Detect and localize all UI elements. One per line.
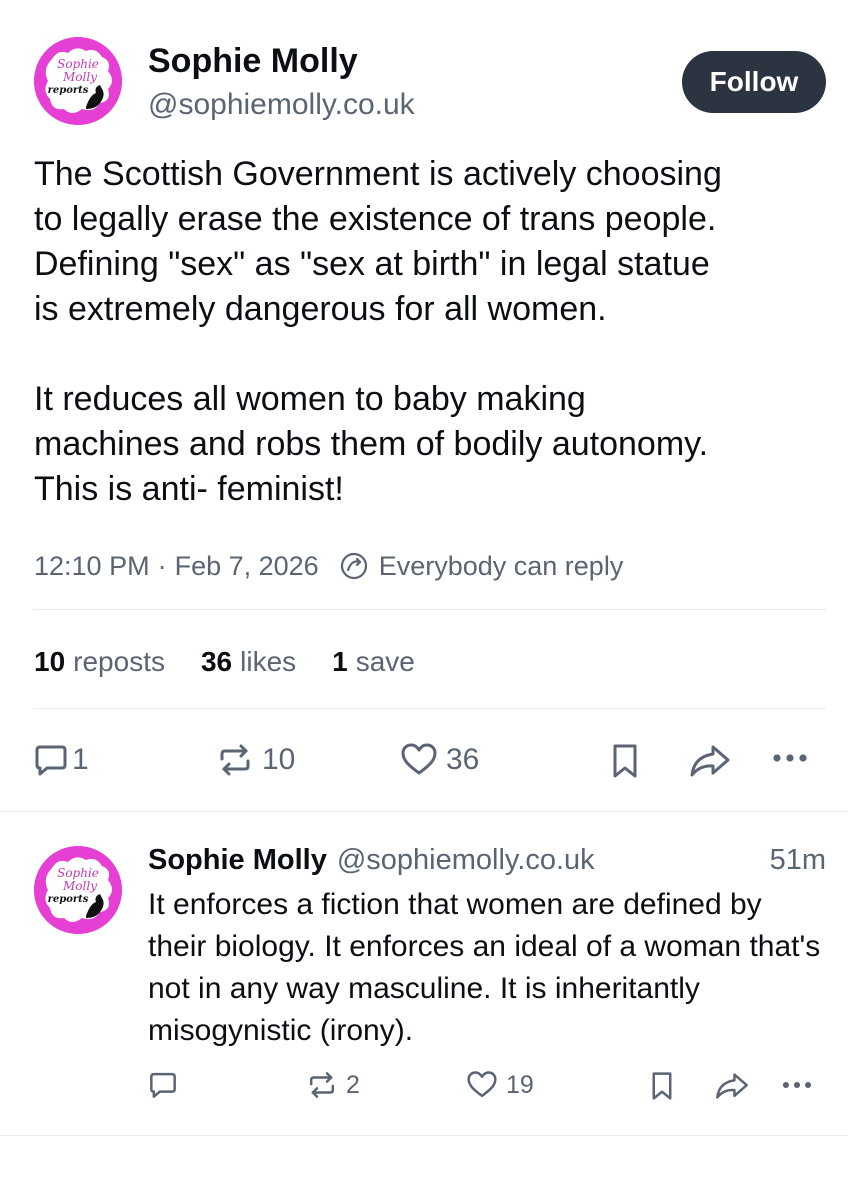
- repost-count: 10: [262, 743, 296, 776]
- post-meta: 12:10 PM · Feb 7, 2026 Everybody can rep…: [34, 548, 623, 584]
- reply-icon: [150, 1072, 176, 1098]
- repost-icon: [309, 1072, 335, 1098]
- like-button[interactable]: 36: [400, 742, 479, 778]
- like-count: 36: [446, 743, 480, 776]
- repost-count: 2: [346, 1070, 360, 1099]
- avatar-text-3: reports: [48, 85, 89, 96]
- reply-button[interactable]: [148, 1070, 178, 1100]
- share-icon: [716, 1073, 748, 1099]
- reply-setting-icon: [340, 552, 367, 580]
- reply-button[interactable]: 1: [34, 742, 89, 778]
- reply-setting[interactable]: Everybody can reply: [379, 548, 624, 584]
- repost-icon: [220, 744, 250, 776]
- post-time[interactable]: 12:10 PM: [34, 548, 150, 584]
- post-date[interactable]: Feb 7, 2026: [175, 548, 319, 584]
- reply-text: It enforces a fiction that women are def…: [148, 888, 821, 1047]
- saves-stat[interactable]: 1 save: [332, 644, 415, 680]
- post-actions: 1 10 36: [34, 738, 826, 786]
- reply-icon: [35, 745, 67, 776]
- bookmark-icon: [652, 1072, 672, 1100]
- repost-button[interactable]: 2: [306, 1070, 360, 1100]
- avatar-text-2: Molly: [62, 879, 97, 893]
- more-icon: [773, 754, 807, 762]
- follow-button[interactable]: Follow: [682, 51, 826, 113]
- post-text: The Scottish Government is actively choo…: [34, 152, 834, 512]
- post-stats: 10 reposts 36 likes 1 save: [34, 644, 451, 680]
- bookmark-button[interactable]: [608, 742, 642, 780]
- bookmark-button[interactable]: [648, 1070, 676, 1102]
- reply-author[interactable]: Sophie Molly @sophiemolly.co.uk: [148, 842, 595, 878]
- likes-stat[interactable]: 36 likes: [201, 644, 296, 680]
- author-handle[interactable]: @sophiemolly.co.uk: [148, 86, 415, 124]
- avatar-text-3: reports: [48, 894, 89, 905]
- post-paragraph-1: The Scottish Government is actively choo…: [34, 155, 722, 328]
- like-button[interactable]: 19: [466, 1070, 534, 1100]
- avatar-text-1: Sophie: [57, 57, 99, 71]
- post-paragraph-2: It reduces all women to baby making mach…: [34, 380, 709, 508]
- avatar-text-2: Molly: [62, 70, 97, 84]
- share-button[interactable]: [714, 1070, 750, 1102]
- share-button[interactable]: [688, 742, 732, 780]
- like-icon: [401, 743, 437, 775]
- repost-button[interactable]: 10: [216, 742, 295, 778]
- divider: [34, 609, 826, 610]
- like-icon: [467, 1071, 497, 1098]
- avatar[interactable]: Sophie Molly reports: [34, 37, 122, 125]
- main-post: Sophie Molly reports Sophie Molly @sophi…: [0, 0, 848, 812]
- like-count: 19: [506, 1070, 534, 1099]
- reply-actions: 2 19: [148, 1066, 828, 1106]
- more-button[interactable]: [770, 748, 810, 768]
- author-name[interactable]: Sophie Molly: [148, 40, 358, 82]
- reply-time[interactable]: 51m: [770, 842, 826, 878]
- avatar-text-1: Sophie: [57, 866, 99, 880]
- more-button[interactable]: [780, 1076, 814, 1094]
- share-icon: [690, 745, 730, 777]
- bookmark-icon: [613, 744, 637, 778]
- reposts-stat[interactable]: 10 reposts: [34, 644, 165, 680]
- divider: [34, 708, 826, 709]
- divider: [0, 1135, 848, 1136]
- reply-author-name[interactable]: Sophie Molly: [148, 842, 327, 878]
- reply-author-handle[interactable]: @sophiemolly.co.uk: [337, 842, 595, 878]
- reply-avatar[interactable]: Sophie Molly reports: [34, 846, 122, 934]
- more-icon: [782, 1081, 812, 1089]
- reply-count: 1: [72, 743, 89, 776]
